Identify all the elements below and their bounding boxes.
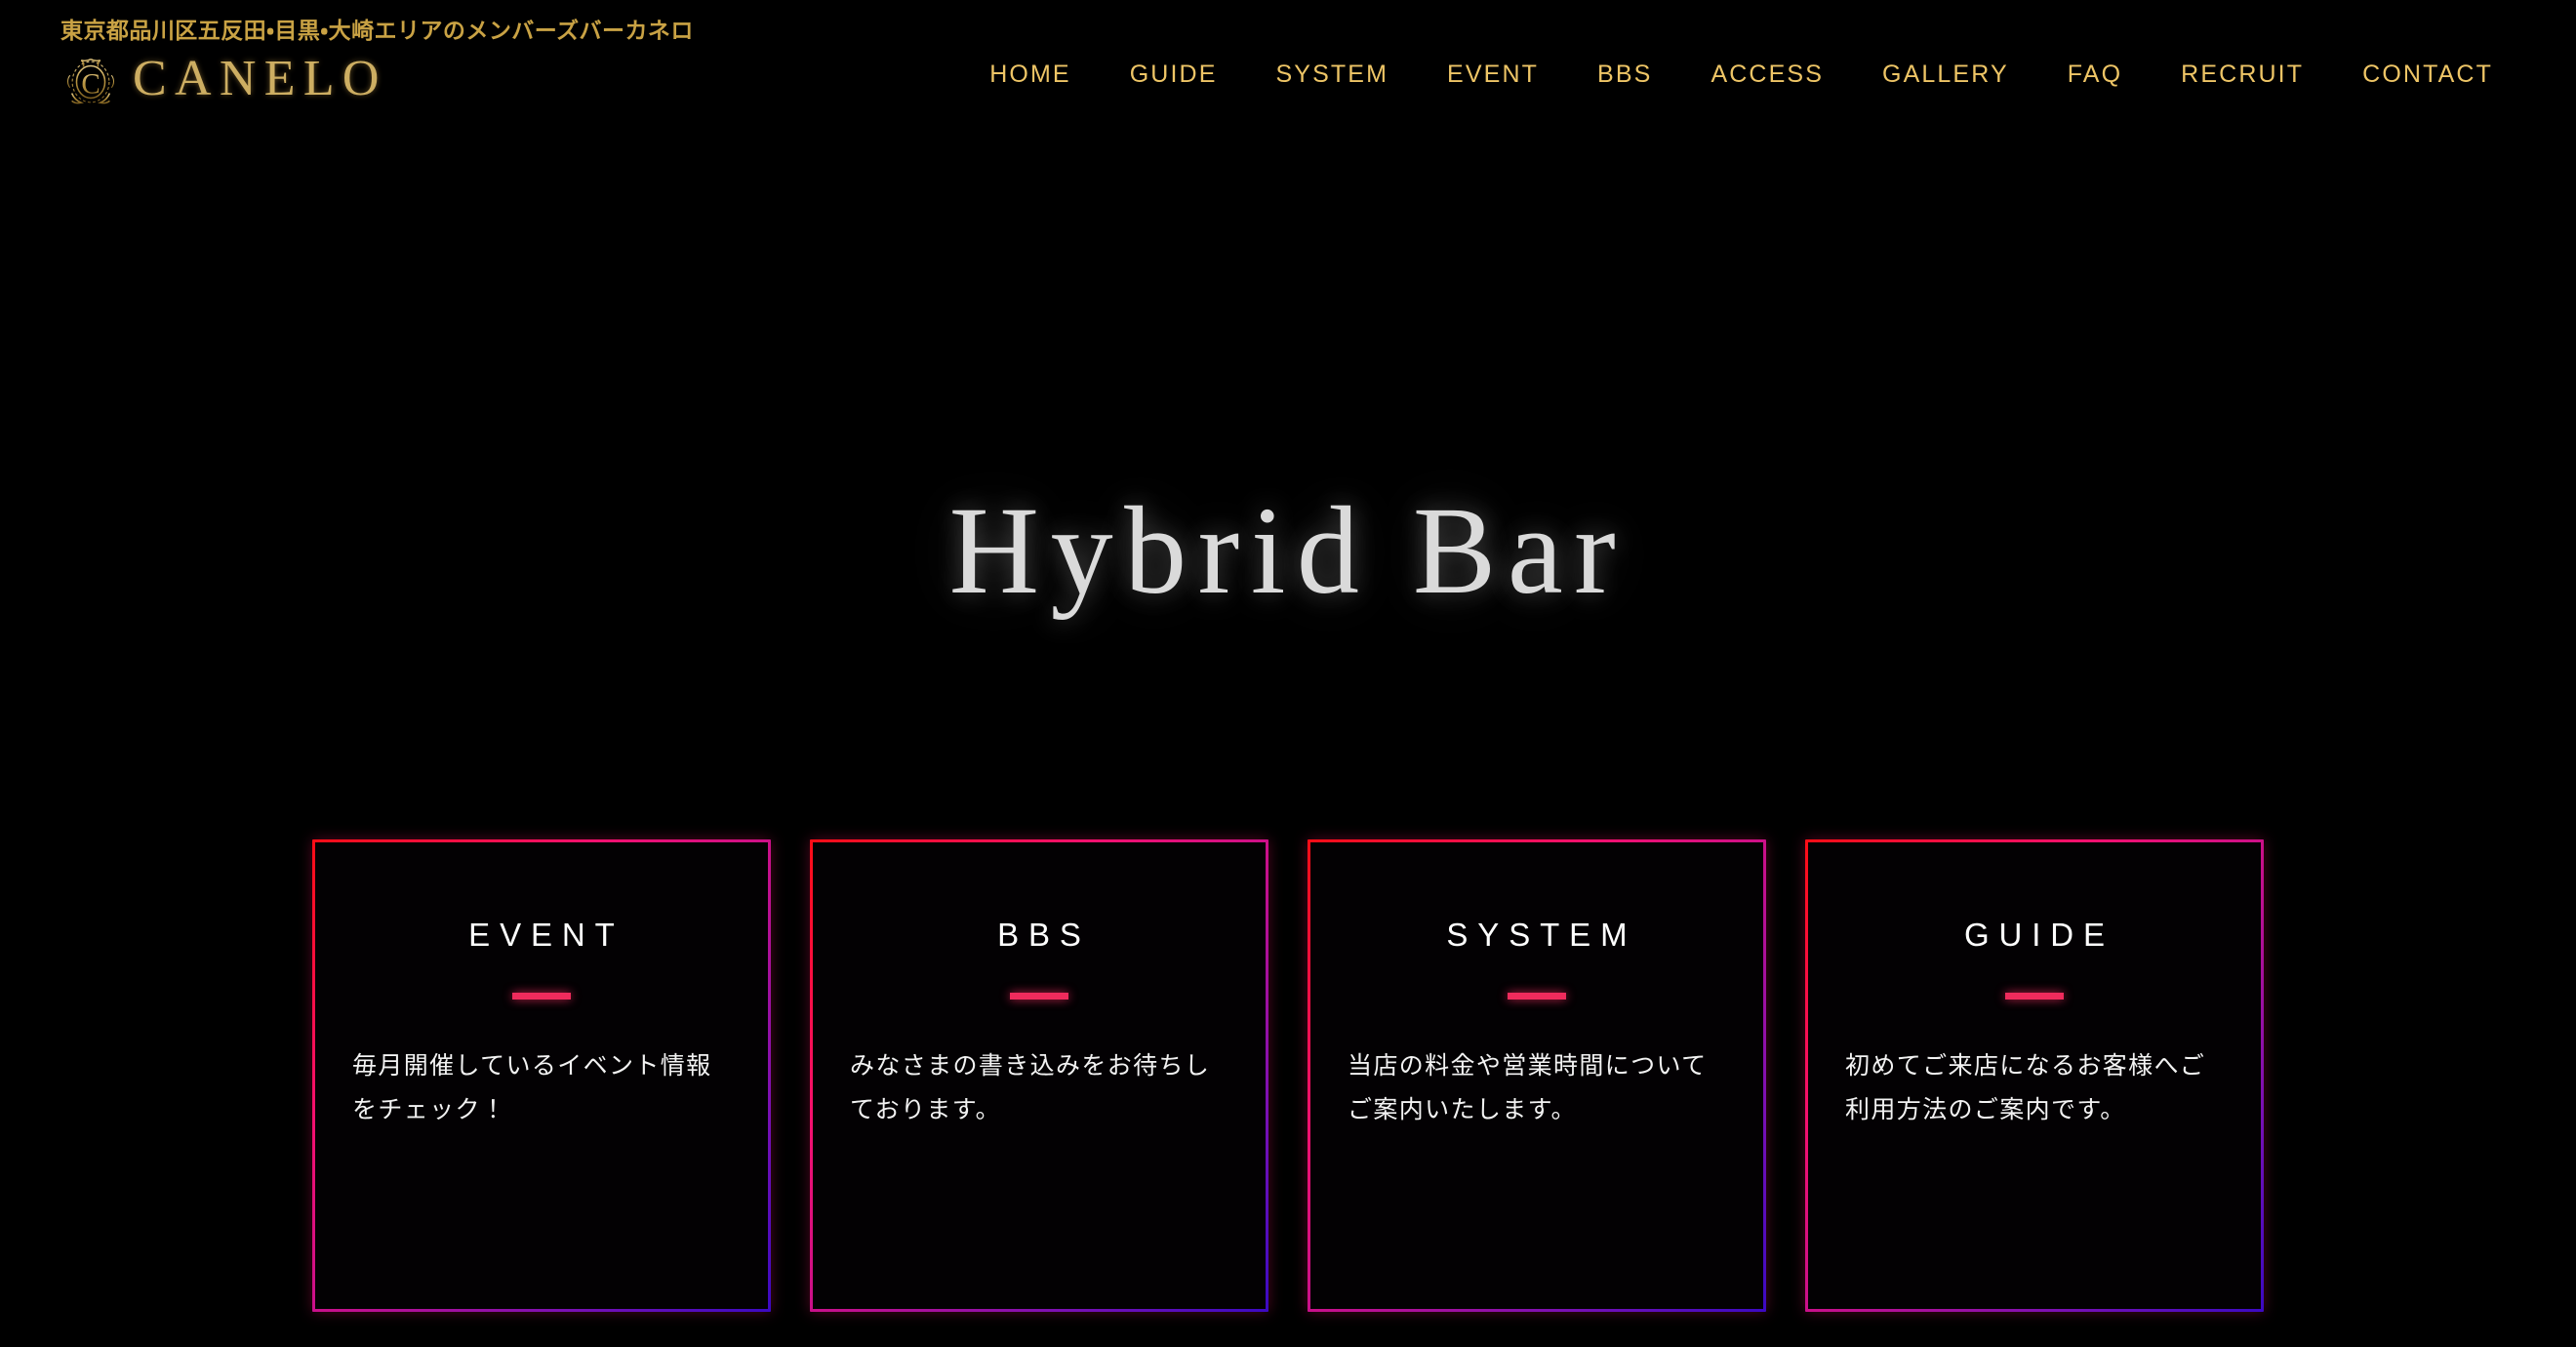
feature-card-bbs[interactable]: BBS みなさまの書き込みをお待ちしております。 [810,839,1268,1312]
nav-item-event[interactable]: EVENT [1418,57,1568,93]
card-divider-rule [1508,993,1566,1000]
nav-item-faq[interactable]: FAQ [2038,57,2152,93]
feature-card-event[interactable]: EVENT 毎月開催しているイベント情報をチェック！ [312,839,771,1312]
nav-item-recruit[interactable]: RECRUIT [2152,57,2333,93]
card-inner: GUIDE 初めてご来店になるお客様へご利用方法のご案内です。 [1808,842,2261,1309]
site-tagline: 東京都品川区五反田・目黒・大崎エリアのメンバーズバーカネロ [60,19,694,44]
site-header: 東京都品川区五反田・目黒・大崎エリアのメンバーズバーカネロ C CANELO H… [0,0,2576,156]
hero-section: Hybrid Bar [0,156,2576,830]
card-title: EVENT [468,917,624,953]
card-inner: BBS みなさまの書き込みをお待ちしております。 [813,842,1266,1309]
nav-item-home[interactable]: HOME [960,57,1101,93]
nav-item-contact[interactable]: CONTACT [2333,57,2522,93]
feature-card-guide[interactable]: GUIDE 初めてご来店になるお客様へご利用方法のご案内です。 [1805,839,2264,1312]
card-description: 初めてご来店になるお客様へご利用方法のご案内です。 [1845,1051,2206,1123]
main-navigation: HOME GUIDE SYSTEM EVENT BBS ACCESS GALLE… [960,57,2522,93]
brand-wordmark: CANELO [133,51,387,106]
nav-item-access[interactable]: ACCESS [1681,57,1853,93]
page-root: 東京都品川区五反田・目黒・大崎エリアのメンバーズバーカネロ C CANELO H… [0,0,2576,1347]
nav-item-guide[interactable]: GUIDE [1101,57,1247,93]
card-inner: SYSTEM 当店の料金や営業時間についてご案内いたします。 [1310,842,1763,1309]
nav-item-system[interactable]: SYSTEM [1247,57,1419,93]
card-divider-rule [512,993,571,1000]
nav-item-bbs[interactable]: BBS [1568,57,1681,93]
card-divider-rule [2005,993,2064,1000]
ornate-c-monogram-icon: C [60,51,121,111]
card-description: 毎月開催しているイベント情報をチェック！ [352,1051,712,1123]
card-description: 当店の料金や営業時間についてご案内いたします。 [1348,1051,1708,1123]
hero-title: Hybrid Bar [948,481,1628,620]
card-description: みなさまの書き込みをお待ちしております。 [850,1051,1211,1123]
svg-text:C: C [81,69,100,101]
card-title: SYSTEM [1446,917,1637,953]
brand-logo-link[interactable]: C CANELO [60,51,387,111]
nav-item-gallery[interactable]: GALLERY [1853,57,2038,93]
feature-card-grid: EVENT 毎月開催しているイベント情報をチェック！ BBS みなさまの書き込み… [312,839,2264,1312]
card-title: GUIDE [1963,917,2114,953]
card-divider-rule [1010,993,1068,1000]
card-inner: EVENT 毎月開催しているイベント情報をチェック！ [315,842,768,1309]
feature-card-system[interactable]: SYSTEM 当店の料金や営業時間についてご案内いたします。 [1308,839,1766,1312]
card-title: BBS [997,917,1091,953]
